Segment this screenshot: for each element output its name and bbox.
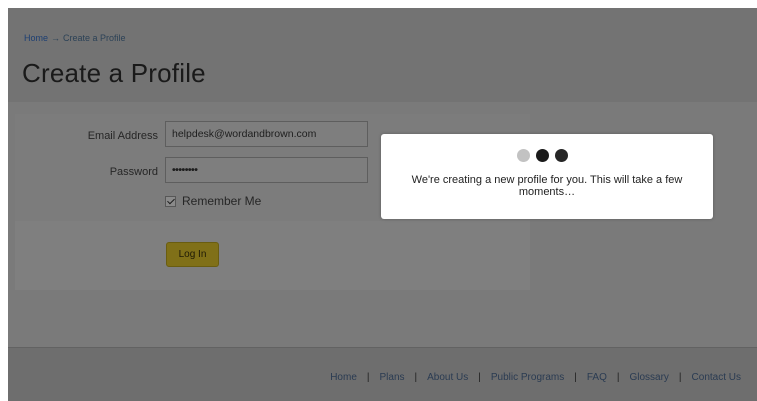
footer-link-plans[interactable]: Plans xyxy=(380,372,405,383)
login-button[interactable]: Log In xyxy=(166,242,219,267)
loading-spinner-icon xyxy=(517,149,568,163)
footer-nav: Home | Plans | About Us | Public Programs | FAQ |… xyxy=(330,372,741,383)
footer-link-home[interactable]: Home xyxy=(330,372,357,383)
breadcrumb: Home → Create a Profile xyxy=(24,33,126,43)
email-label: Email Address xyxy=(87,130,158,142)
footer-link-glossary[interactable]: Glossary xyxy=(629,372,668,383)
email-field[interactable]: helpdesk@wordandbrown.com xyxy=(165,121,368,147)
loading-message: We're creating a new profile for you. Th… xyxy=(411,174,683,198)
footer-separator: | xyxy=(574,372,577,383)
footer-separator: | xyxy=(414,372,418,383)
footer-separator: | xyxy=(478,372,481,383)
password-label: Password xyxy=(109,166,158,178)
spinner-dot-icon xyxy=(517,149,530,162)
header: Home → Create a Profile Create a Profile xyxy=(8,8,757,102)
remember-me-checkbox[interactable] xyxy=(165,195,176,207)
footer-link-about-us[interactable]: About Us xyxy=(427,372,468,383)
breadcrumb-separator: → xyxy=(51,33,61,43)
page-overlay: Home → Create a Profile Create a Profile E… xyxy=(8,8,757,401)
footer-link-contact-us[interactable]: Contact Us xyxy=(692,372,741,383)
spinner-dot-icon xyxy=(555,149,568,162)
remember-me-option[interactable]: Remember Me xyxy=(165,194,261,208)
footer-link-public-programs[interactable]: Public Programs xyxy=(491,372,564,383)
breadcrumb-current: Create a Profile xyxy=(63,33,126,43)
remember-me-label: Remember Me xyxy=(182,194,262,208)
footer-link-faq[interactable]: FAQ xyxy=(587,372,607,383)
footer-separator: | xyxy=(616,372,620,383)
breadcrumb-home-link[interactable]: Home xyxy=(24,33,48,43)
page-title: Create a Profile xyxy=(22,58,206,88)
password-field[interactable]: •••••••• xyxy=(165,157,368,183)
footer-separator: | xyxy=(366,372,370,383)
loading-dialog: We're creating a new profile for you. Th… xyxy=(381,134,713,219)
footer: Home | Plans | About Us | Public Programs | FAQ |… xyxy=(8,347,757,401)
spinner-dot-icon xyxy=(536,149,549,162)
footer-separator: | xyxy=(678,372,682,383)
